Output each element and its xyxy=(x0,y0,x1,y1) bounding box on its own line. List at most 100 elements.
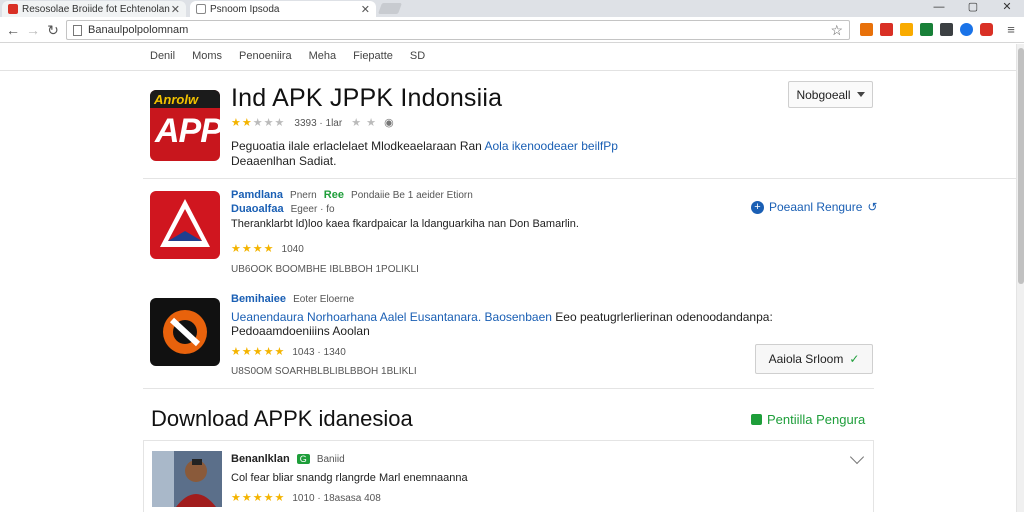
rating-count: 1040 xyxy=(281,244,304,255)
nav-item[interactable]: SD xyxy=(410,50,425,64)
tab-close-icon[interactable]: ✕ xyxy=(171,3,180,16)
review-rating: ★★★★★ 1010 · 18asasa 408 xyxy=(231,491,381,504)
item-tag: Eoter Eloerne xyxy=(293,294,355,305)
sort-select-label: Nobgoeall xyxy=(796,87,851,102)
item-description: Theranklarbt ld)loo kaea fkardpaicar la … xyxy=(231,218,579,230)
extension-icon[interactable] xyxy=(920,23,933,36)
item-subtitle-link[interactable]: Pedoaamdoeniiins Aoolan xyxy=(231,324,370,338)
item-rating: ★★★★★ 1043 · 1340 xyxy=(231,345,346,358)
browser-tab-bar: Resosolae Broiide fot Echtenolan ✕ Psnoo… xyxy=(0,0,1024,17)
nav-item[interactable]: Penoeniira xyxy=(239,50,292,64)
nav-item[interactable]: Denil xyxy=(150,50,175,64)
rating-stars: ★★★★ xyxy=(231,243,275,255)
tab-favicon-icon xyxy=(196,4,206,14)
check-icon: ✓ xyxy=(849,352,860,366)
site-nav: Denil Moms Penoeniira Meha Fiepatte SD xyxy=(150,50,442,64)
installed-button-label: Aaiola Srloom xyxy=(768,352,844,366)
rating-stars: ★★★★★ xyxy=(231,346,286,358)
tab-favicon-icon xyxy=(8,4,18,14)
address-bar[interactable]: Banaulpolpolomnam ☆ xyxy=(66,20,850,40)
rating-stars: ★★★★★ xyxy=(231,492,286,504)
hero-subtitle: Deaaenlhan Sadiat. xyxy=(231,154,337,168)
item-description-row: Ueanendaura Norhoarhana Aalel Eusantanar… xyxy=(231,310,773,324)
review-meta: 1010 · 18asasa 408 xyxy=(292,493,381,504)
item-title[interactable]: Bemihaiee xyxy=(231,293,286,305)
reload-icon[interactable]: ↻ xyxy=(44,21,62,39)
extension-icon[interactable] xyxy=(980,23,993,36)
rating-meta: 3393 · 1lar xyxy=(294,118,343,129)
plus-circle-icon: + xyxy=(751,200,764,214)
back-arrow-icon[interactable]: ← xyxy=(4,21,22,39)
rating-extra-stars: ★ ★ xyxy=(351,117,378,129)
vertical-scrollbar[interactable] xyxy=(1016,44,1024,512)
tab-title: Psnoom Ipsoda xyxy=(210,3,280,15)
section-divider xyxy=(143,178,1016,179)
reviewer-name[interactable]: Benanlklan xyxy=(231,453,290,465)
review-header: Benanlklan G Baniid xyxy=(231,453,345,465)
browser-tab-1[interactable]: Resosolae Broiide fot Echtenolan ✕ xyxy=(2,1,186,17)
hero-description-text: Peguoatia ilale erlaclelaet Mlodkeaelara… xyxy=(231,139,482,153)
reviewer-tag: Baniid xyxy=(316,454,345,465)
refresh-icon: ↺ xyxy=(867,200,878,214)
extension-icon[interactable] xyxy=(860,23,873,36)
item-description: Eeo peatugrlerlierinan odenoodandanpa: xyxy=(555,310,773,324)
minimize-icon[interactable]: — xyxy=(922,0,956,17)
close-window-icon[interactable]: ✕ xyxy=(990,0,1024,17)
maximize-icon[interactable]: ▢ xyxy=(956,0,990,17)
download-link-label: Pentiilla Pengura xyxy=(767,412,866,427)
review-text: Col fear bliar snandg rlangrde Marl enem… xyxy=(231,472,468,484)
flag-icon xyxy=(751,414,762,425)
logo-main-text: APP xyxy=(155,112,220,150)
chevron-down-icon[interactable] xyxy=(849,449,865,465)
sort-select[interactable]: Nobgoeall xyxy=(788,81,873,108)
info-icon[interactable]: ◉ xyxy=(384,117,394,129)
section-divider xyxy=(143,388,874,389)
item-app-icon[interactable] xyxy=(150,191,220,259)
new-tab-button[interactable] xyxy=(377,3,403,14)
tab-title: Resosolae Broiide fot Echtenolan xyxy=(22,3,170,15)
download-section-link[interactable]: Pentiilla Pengura xyxy=(751,412,865,427)
rating-stars-dim: ★★★ xyxy=(252,117,286,129)
extension-icon[interactable] xyxy=(900,23,913,36)
item-subtitle-row: Duaoalfaa Egeer · fo xyxy=(231,203,335,215)
app-logo: Anrolw APP xyxy=(150,90,220,161)
extension-icon[interactable] xyxy=(940,23,953,36)
item-subtitle-meta: Egeer · fo xyxy=(290,204,335,215)
browser-tab-2[interactable]: Psnoom Ipsoda ✕ xyxy=(190,1,376,17)
scrollbar-thumb[interactable] xyxy=(1018,48,1024,284)
item-title[interactable]: Pamdlana xyxy=(231,189,283,201)
nav-divider xyxy=(0,70,1016,71)
item-description-link[interactable]: Ueanendaura Norhoarhana Aalel Eusantanar… xyxy=(231,310,552,324)
hero-rating: ★★★★★ 3393 · 1lar ★ ★ ◉ xyxy=(231,116,394,129)
avatar xyxy=(152,451,222,507)
rating-count: 1043 · 1340 xyxy=(292,347,346,358)
bookmark-star-icon[interactable]: ☆ xyxy=(830,22,843,39)
item-subtitle[interactable]: Duaoalfaa xyxy=(231,203,284,215)
item-title-row: Pamdlana Pnern Ree Pondaiie Be 1 aeider … xyxy=(231,189,473,201)
hero-description: Peguoatia ilale erlaclelaet Mlodkeaelara… xyxy=(231,139,618,153)
section-title: Download APPK idanesioa xyxy=(151,406,413,431)
address-text: Banaulpolpolomnam xyxy=(88,24,189,36)
hero-description-link[interactable]: Aola ikenoodeaer beilfPp xyxy=(485,139,618,153)
chevron-down-icon xyxy=(856,92,865,97)
item-rating: ★★★★ 1040 xyxy=(231,242,304,255)
item-stats: U8S0OM SOARHBLBLIBLBBOH 1BLIKLI xyxy=(231,366,417,377)
web-page: Denil Moms Penoeniira Meha Fiepatte SD A… xyxy=(0,44,1016,512)
nav-item[interactable]: Meha xyxy=(309,50,337,64)
logo-top-text: Anrolw xyxy=(154,92,199,107)
nav-item[interactable]: Moms xyxy=(192,50,222,64)
menu-icon[interactable]: ≡ xyxy=(1002,21,1020,39)
reviewer-badge: G xyxy=(296,454,310,464)
page-icon xyxy=(73,24,82,36)
extension-icon[interactable] xyxy=(880,23,893,36)
nav-item[interactable]: Fiepatte xyxy=(353,50,393,64)
item-action-label: Poeaanl Rengure xyxy=(769,200,863,214)
installed-button[interactable]: Aaiola Srloom ✓ xyxy=(755,344,873,374)
tab-close-icon[interactable]: ✕ xyxy=(361,3,370,16)
item-app-icon[interactable] xyxy=(150,298,220,366)
browser-toolbar: ← → ↻ Banaulpolpolomnam ☆ ≡ xyxy=(0,17,1024,43)
item-action-link[interactable]: + Poeaanl Rengure ↺ xyxy=(751,200,877,214)
forward-arrow-icon[interactable]: → xyxy=(24,21,42,39)
extension-icon[interactable] xyxy=(960,23,973,36)
item-badge: Ree xyxy=(323,189,344,201)
